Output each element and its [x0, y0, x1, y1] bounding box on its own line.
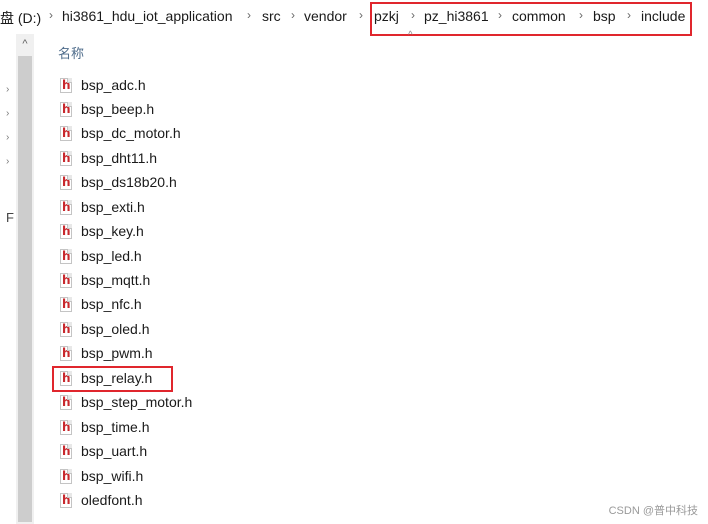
- c-header-file-icon: h: [60, 174, 72, 190]
- chevron-right-icon: ›: [291, 8, 295, 22]
- file-name: bsp_led.h: [81, 248, 142, 264]
- expand-arrow-icon[interactable]: ›: [6, 132, 9, 143]
- c-header-file-icon: h: [60, 321, 72, 337]
- chevron-right-icon: ›: [49, 8, 53, 22]
- file-name: bsp_nfc.h: [81, 296, 142, 312]
- c-header-file-icon: h: [60, 272, 72, 288]
- file-name: bsp_wifi.h: [81, 468, 144, 484]
- c-header-file-icon: h: [60, 150, 72, 166]
- expand-arrow-icon[interactable]: ›: [6, 156, 9, 167]
- list-item[interactable]: h bsp_dht11.h: [60, 147, 300, 169]
- list-item[interactable]: h oledfont.h: [60, 489, 300, 511]
- c-header-file-icon: h: [60, 296, 72, 312]
- file-name: bsp_dht11.h: [81, 150, 158, 166]
- list-item[interactable]: h bsp_exti.h: [60, 196, 300, 218]
- navigation-pane-edge: › › › › F: [0, 34, 16, 524]
- list-item[interactable]: h bsp_step_motor.h: [60, 391, 300, 413]
- list-item[interactable]: h bsp_dc_motor.h: [60, 122, 300, 144]
- file-name: bsp_dc_motor.h: [81, 125, 181, 141]
- expand-arrow-icon[interactable]: ›: [6, 108, 9, 119]
- breadcrumb-item-src[interactable]: src: [262, 8, 281, 24]
- expand-arrow-icon[interactable]: ›: [6, 84, 9, 95]
- breadcrumb-item-drive[interactable]: 盘 (D:): [0, 8, 41, 28]
- scroll-up-icon[interactable]: ^: [16, 38, 34, 54]
- c-header-file-icon: h: [60, 223, 72, 239]
- list-item[interactable]: h bsp_beep.h: [60, 98, 300, 120]
- list-item[interactable]: h bsp_ds18b20.h: [60, 171, 300, 193]
- list-item[interactable]: h bsp_key.h: [60, 220, 300, 242]
- chevron-right-icon: ›: [247, 8, 251, 22]
- c-header-file-icon: h: [60, 468, 72, 484]
- chevron-right-icon: ›: [359, 8, 363, 22]
- c-header-file-icon: h: [60, 345, 72, 361]
- file-name: oledfont.h: [81, 492, 143, 508]
- c-header-file-icon: h: [60, 443, 72, 459]
- c-header-file-icon: h: [60, 394, 72, 410]
- vertical-scrollbar[interactable]: ^: [16, 34, 34, 524]
- c-header-file-icon: h: [60, 419, 72, 435]
- file-name: bsp_step_motor.h: [81, 394, 193, 410]
- file-name: bsp_ds18b20.h: [81, 174, 177, 190]
- c-header-file-icon: h: [60, 125, 72, 141]
- column-header-name[interactable]: 名称: [58, 43, 84, 62]
- file-name: bsp_pwm.h: [81, 345, 153, 361]
- path-highlight-box: [370, 2, 692, 36]
- chevron-up-icon: ^: [408, 30, 413, 41]
- file-name: bsp_beep.h: [81, 101, 155, 117]
- list-item[interactable]: h bsp_oled.h: [60, 318, 300, 340]
- list-item[interactable]: h bsp_mqtt.h: [60, 269, 300, 291]
- file-name: bsp_exti.h: [81, 199, 145, 215]
- breadcrumb-item-project[interactable]: hi3861_hdu_iot_application: [62, 8, 232, 24]
- list-item[interactable]: h bsp_wifi.h: [60, 465, 300, 487]
- file-name: bsp_adc.h: [81, 77, 146, 93]
- c-header-file-icon: h: [60, 248, 72, 264]
- breadcrumb-item-vendor[interactable]: vendor: [304, 8, 347, 24]
- c-header-file-icon: h: [60, 492, 72, 508]
- file-name: bsp_oled.h: [81, 321, 150, 337]
- c-header-file-icon: h: [60, 199, 72, 215]
- list-item[interactable]: h bsp_uart.h: [60, 440, 300, 462]
- list-item[interactable]: h bsp_time.h: [60, 416, 300, 438]
- file-name: bsp_key.h: [81, 223, 144, 239]
- c-header-file-icon: h: [60, 101, 72, 117]
- file-name: bsp_uart.h: [81, 443, 148, 459]
- file-name: bsp_mqtt.h: [81, 272, 151, 288]
- list-item[interactable]: h bsp_adc.h: [60, 74, 300, 96]
- scrollbar-thumb[interactable]: [18, 56, 32, 522]
- list-item[interactable]: h bsp_pwm.h: [60, 342, 300, 364]
- nav-label-fragment: F: [6, 210, 14, 225]
- watermark: CSDN @普中科技: [608, 505, 698, 517]
- file-highlight-box: [52, 366, 173, 392]
- list-item[interactable]: h bsp_nfc.h: [60, 293, 300, 315]
- breadcrumb: 盘 (D:) › hi3861_hdu_iot_application › sr…: [0, 0, 708, 36]
- c-header-file-icon: h: [60, 77, 72, 93]
- list-item[interactable]: h bsp_led.h: [60, 245, 300, 267]
- file-name: bsp_time.h: [81, 419, 150, 435]
